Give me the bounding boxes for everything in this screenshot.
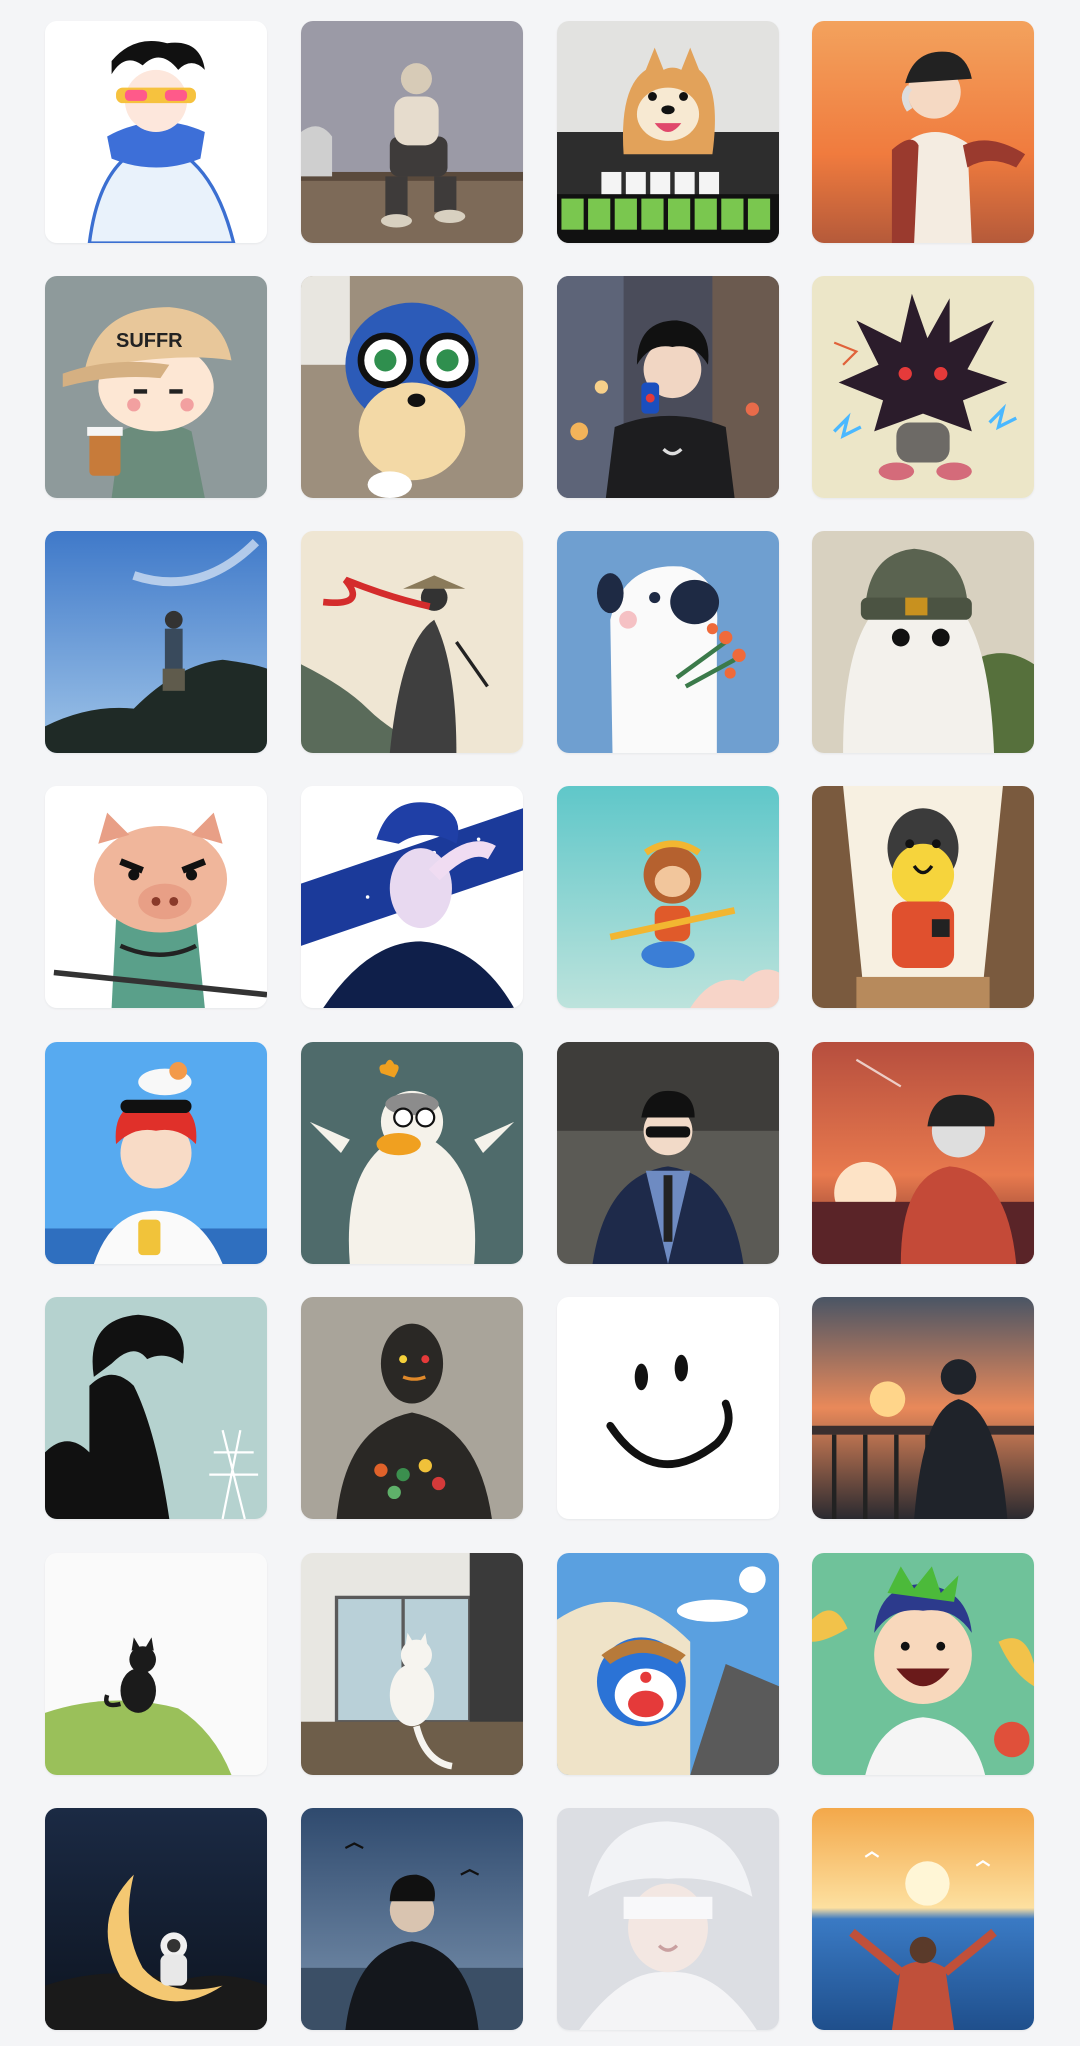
avatar-man-seaside-birds[interactable] — [301, 1808, 523, 2030]
doraemon-icon — [557, 1553, 779, 1775]
ghost-icon — [812, 531, 1034, 753]
avatar-smiley-face[interactable] — [557, 1297, 779, 1519]
red-hair-boy-icon — [45, 1042, 267, 1264]
avatar-ghost-beanie-sunglasses[interactable] — [812, 531, 1034, 753]
monkey-king-icon — [557, 786, 779, 1008]
avatar-dark-hair-boy-silhouette[interactable] — [45, 1297, 267, 1519]
boy-sunset-icon — [812, 21, 1034, 243]
avatar-green-hair-laughing-boy[interactable] — [812, 1553, 1034, 1775]
black-cat-icon — [45, 1553, 267, 1775]
avatar-astronaut-crescent-moon[interactable] — [45, 1808, 267, 2030]
white-cat-icon — [301, 1553, 523, 1775]
open-arms-icon — [812, 1808, 1034, 2030]
avatar-white-dog-flowers[interactable] — [557, 531, 779, 753]
avatar-hoodie-boy-red-sunset[interactable] — [812, 1042, 1034, 1264]
spiky-creature-icon — [812, 276, 1034, 498]
avatar-black-cat-hill[interactable] — [45, 1553, 267, 1775]
avatar-chibi-boy-cap-coffee[interactable]: SUFFR — [45, 276, 267, 498]
avatar-angry-pig-warrior[interactable] — [45, 786, 267, 1008]
penguin-icon — [812, 786, 1034, 1008]
chibi-coffee-icon: SUFFR — [45, 276, 267, 498]
avatar-grid: SUFFR — [0, 0, 1080, 2046]
avatar-duck-penguin-heart[interactable] — [301, 1042, 523, 1264]
avatar-shadow-figure-wall[interactable] — [301, 1297, 523, 1519]
avatar-monkey-king-cloud[interactable] — [557, 786, 779, 1008]
smiley-icon — [557, 1297, 779, 1519]
avatar-boy-soda-city-night[interactable] — [557, 276, 779, 498]
avatar-man-sunset-railing[interactable] — [812, 1297, 1034, 1519]
duck-icon — [301, 1042, 523, 1264]
svg-text:SUFFR: SUFFR — [116, 330, 183, 352]
sonic-plush-icon — [301, 276, 523, 498]
laughing-boy-icon — [812, 1553, 1034, 1775]
cliff-man-icon — [45, 531, 267, 753]
sunset-railing-icon — [812, 1297, 1034, 1519]
avatar-anime-boy-sunglasses-scarf[interactable] — [45, 21, 267, 243]
avatar-shiba-dog-mahjong[interactable] — [557, 21, 779, 243]
avatar-galaxy-hair-boy[interactable] — [301, 786, 523, 1008]
seaside-man-icon — [301, 1808, 523, 2030]
silhouette-boy-icon — [45, 1297, 267, 1519]
hoodie-boy-icon — [812, 1042, 1034, 1264]
man-sitting-icon — [301, 21, 523, 243]
suit-man-icon — [557, 1042, 779, 1264]
samurai-icon — [301, 531, 523, 753]
avatar-boy-cap-sunset-beach[interactable] — [812, 21, 1034, 243]
anime-boy-sunglasses-icon — [45, 21, 267, 243]
blindfold-icon — [557, 1808, 779, 2030]
shadow-figure-icon — [301, 1297, 523, 1519]
pig-warrior-icon — [45, 786, 267, 1008]
boy-soda-icon — [557, 276, 779, 498]
avatar-white-hair-blindfold[interactable] — [557, 1808, 779, 2030]
avatar-penguin-window[interactable] — [812, 786, 1034, 1008]
galaxy-boy-icon — [301, 786, 523, 1008]
avatar-man-sitting-rooftop[interactable] — [301, 21, 523, 243]
astronaut-moon-icon — [45, 1808, 267, 2030]
avatar-red-hair-boy-cat[interactable] — [45, 1042, 267, 1264]
white-dog-icon — [557, 531, 779, 753]
avatar-doraemon-car[interactable] — [557, 1553, 779, 1775]
avatar-dark-spiky-creature[interactable] — [812, 276, 1034, 498]
avatar-man-suit-sunglasses[interactable] — [557, 1042, 779, 1264]
avatar-white-cat-window[interactable] — [301, 1553, 523, 1775]
avatar-open-arms-sea-sunrise[interactable] — [812, 1808, 1034, 2030]
avatar-sonic-plush-glasses[interactable] — [301, 276, 523, 498]
avatar-ink-samurai-red-scarf[interactable] — [301, 531, 523, 753]
shiba-dog-icon — [557, 21, 779, 243]
avatar-man-on-cliff-blue-sky[interactable] — [45, 531, 267, 753]
